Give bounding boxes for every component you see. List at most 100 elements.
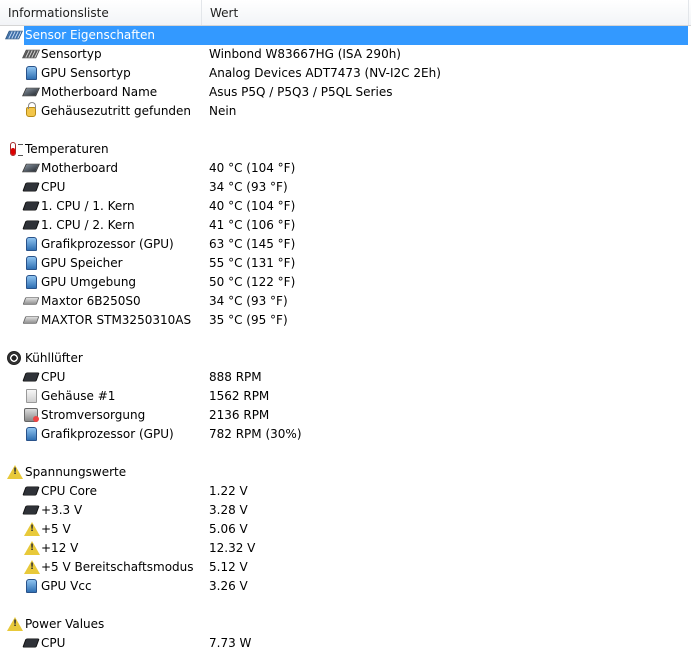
item-label: +3.3 V <box>41 503 83 517</box>
section-header[interactable]: Spannungswerte <box>0 463 691 482</box>
spacer-row <box>0 444 691 463</box>
section-title: Power Values <box>25 617 105 631</box>
item-value: Asus P5Q / P5Q3 / P5QL Series <box>209 85 393 99</box>
item-label: CPU <box>41 180 66 194</box>
section-header[interactable]: Sensor Eigenschaften <box>0 26 691 45</box>
item-label: Gehäuse #1 <box>41 389 116 403</box>
item-value: 55 °C (131 °F) <box>209 256 296 270</box>
item-value: 50 °C (122 °F) <box>209 275 296 289</box>
list-item[interactable]: GPU Speicher 55 °C (131 °F) <box>0 254 691 273</box>
cpu-icon <box>22 486 40 496</box>
list-item[interactable]: CPU 34 °C (93 °F) <box>0 178 691 197</box>
list-item[interactable]: +5 V 5.06 V <box>0 520 691 539</box>
list-header: Informationsliste Wert <box>0 0 691 26</box>
item-value: 34 °C (93 °F) <box>209 294 288 308</box>
item-label: GPU Vcc <box>41 579 92 593</box>
section-header[interactable]: Power Values <box>0 615 691 634</box>
item-label: Gehäusezutritt gefunden <box>41 104 192 118</box>
item-value: 5.12 V <box>209 560 248 574</box>
column-header-field[interactable]: Informationsliste <box>0 0 202 25</box>
gpu-icon <box>26 237 37 251</box>
item-value: Nein <box>209 104 237 118</box>
warning-icon <box>7 465 23 479</box>
list-item[interactable]: Stromversorgung 2136 RPM <box>0 406 691 425</box>
sensor-list: Sensor Eigenschaften Sensortyp Winbond W83… <box>0 26 691 653</box>
gpu-icon <box>26 275 37 289</box>
cpu-icon <box>22 372 40 382</box>
list-item[interactable]: +3.3 V 3.28 V <box>0 501 691 520</box>
list-item[interactable]: 1. CPU / 1. Kern 40 °C (104 °F) <box>0 197 691 216</box>
item-label: CPU <box>41 636 66 650</box>
item-label: MAXTOR STM3250310AS <box>41 313 192 327</box>
item-value: 5.06 V <box>209 522 248 536</box>
list-item[interactable]: Motherboard 40 °C (104 °F) <box>0 159 691 178</box>
item-value: 7.73 W <box>209 636 252 650</box>
item-label: GPU Speicher <box>41 256 123 270</box>
list-item[interactable]: CPU 7.73 W <box>0 634 691 653</box>
list-item[interactable]: +5 V Bereitschaftsmodus 5.12 V <box>0 558 691 577</box>
warning-icon <box>24 541 40 555</box>
item-value: 3.28 V <box>209 503 248 517</box>
item-label: GPU Sensortyp <box>41 66 131 80</box>
power-supply-icon <box>24 408 39 422</box>
warning-icon <box>24 522 40 536</box>
gpu-icon <box>26 579 37 593</box>
list-item[interactable]: MAXTOR STM3250310AS 35 °C (95 °F) <box>0 311 691 330</box>
item-label: Sensortyp <box>41 47 102 61</box>
cpu-icon <box>22 505 40 515</box>
section-header[interactable]: Kühllüfter <box>0 349 691 368</box>
spacer-row <box>0 330 691 349</box>
fan-icon <box>7 351 21 365</box>
list-item[interactable]: Maxtor 6B250S0 34 °C (93 °F) <box>0 292 691 311</box>
spacer-row <box>0 596 691 615</box>
section-header[interactable]: Temperaturen <box>0 140 691 159</box>
item-value: 41 °C (106 °F) <box>209 218 296 232</box>
item-label: +5 V Bereitschaftsmodus <box>41 560 194 574</box>
list-item[interactable]: +12 V 12.32 V <box>0 539 691 558</box>
item-label: 1. CPU / 2. Kern <box>41 218 135 232</box>
warning-icon <box>24 560 40 574</box>
motherboard-icon <box>22 87 40 97</box>
warning-icon <box>7 617 23 631</box>
list-item[interactable]: Gehäuse #1 1562 RPM <box>0 387 691 406</box>
item-value: 40 °C (104 °F) <box>209 199 296 213</box>
list-item[interactable]: CPU 888 RPM <box>0 368 691 387</box>
cpu-icon <box>22 182 40 192</box>
case-icon <box>26 389 37 403</box>
item-value: 2136 RPM <box>209 408 270 422</box>
item-label: Grafikprozessor (GPU) <box>41 237 174 251</box>
list-item[interactable]: Grafikprozessor (GPU) 63 °C (145 °F) <box>0 235 691 254</box>
item-value: 40 °C (104 °F) <box>209 161 296 175</box>
spacer-row <box>0 121 691 140</box>
cpu-icon <box>22 638 40 648</box>
list-item[interactable]: CPU Core 1.22 V <box>0 482 691 501</box>
list-item[interactable]: GPU Sensortyp Analog Devices ADT7473 (NV-… <box>0 64 691 83</box>
item-label: Grafikprozessor (GPU) <box>41 427 174 441</box>
item-value: 63 °C (145 °F) <box>209 237 296 251</box>
gpu-icon <box>26 256 37 270</box>
column-header-value[interactable]: Wert <box>202 0 689 25</box>
hard-disk-icon <box>22 316 40 324</box>
item-value: 34 °C (93 °F) <box>209 180 288 194</box>
list-item[interactable]: Motherboard Name Asus P5Q / P5Q3 / P5QL S… <box>0 83 691 102</box>
hard-disk-icon <box>22 297 40 305</box>
item-value: 3.26 V <box>209 579 248 593</box>
item-label: GPU Umgebung <box>41 275 137 289</box>
list-item[interactable]: Grafikprozessor (GPU) 782 RPM (30%) <box>0 425 691 444</box>
item-value: 782 RPM (30%) <box>209 427 302 441</box>
list-item[interactable]: Sensortyp Winbond W83667HG (ISA 290h) <box>0 45 691 64</box>
item-label: +12 V <box>41 541 79 555</box>
item-label: Maxtor 6B250S0 <box>41 294 141 308</box>
section-title: Spannungswerte <box>25 465 127 479</box>
thermometer-icon <box>10 142 23 156</box>
item-value: Winbond W83667HG (ISA 290h) <box>209 47 401 61</box>
list-item[interactable]: Gehäusezutritt gefunden Nein <box>0 102 691 121</box>
gpu-icon <box>26 427 37 441</box>
list-item[interactable]: GPU Umgebung 50 °C (122 °F) <box>0 273 691 292</box>
item-value: 35 °C (95 °F) <box>209 313 288 327</box>
item-label: Motherboard Name <box>41 85 158 99</box>
sensor-icon <box>5 30 23 40</box>
list-item[interactable]: GPU Vcc 3.26 V <box>0 577 691 596</box>
list-item[interactable]: 1. CPU / 2. Kern 41 °C (106 °F) <box>0 216 691 235</box>
item-label: Motherboard <box>41 161 118 175</box>
